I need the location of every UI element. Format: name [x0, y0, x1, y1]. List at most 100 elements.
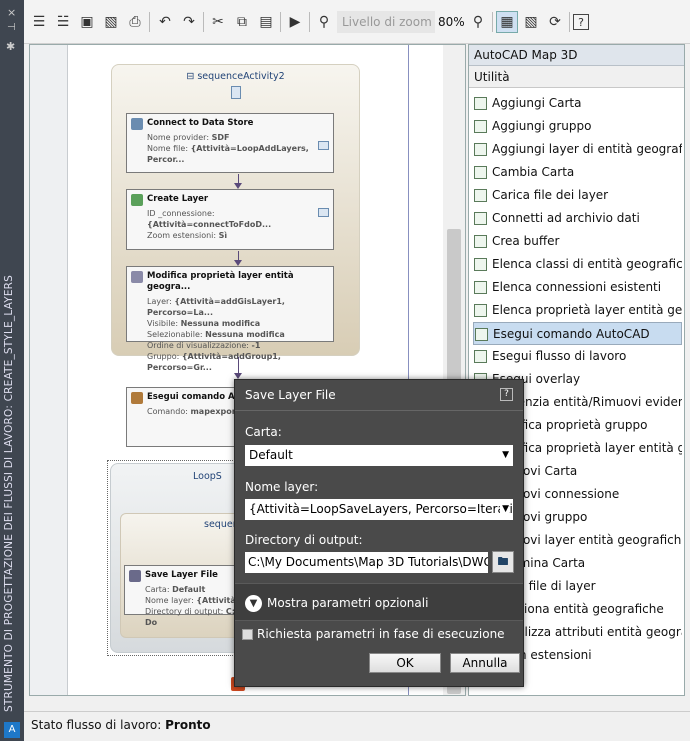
save-layer-file-dialog: Save Layer File ? Carta: Default ▼ Nome l… — [234, 379, 524, 687]
param-value: -1 — [251, 341, 261, 350]
toolbar-divider — [569, 12, 570, 32]
activity-list-label: Cambia Carta — [492, 165, 575, 179]
new-sequence-icon[interactable]: ☱ — [52, 11, 74, 33]
autocad-command-icon — [131, 392, 143, 404]
param-value: Nessuna modifica — [180, 319, 261, 328]
param-label: Gruppo: — [147, 352, 180, 361]
activity-icon — [474, 166, 487, 179]
status-bar: Stato flusso di lavoro: Pronto — [24, 711, 690, 741]
save-as-icon[interactable]: ▧ — [100, 11, 122, 33]
palette-sidebar: × ⊣ ✱ STRUMENTO DI PROGETTAZIONE DEI FLU… — [0, 0, 24, 741]
param-label: Visibile: — [147, 319, 179, 328]
activity-icon — [474, 258, 487, 271]
activity-modify-layer-properties[interactable]: Modifica proprietà layer entità geogra..… — [126, 266, 334, 372]
gear-icon[interactable]: ✱ — [6, 40, 15, 53]
activity-connect-data-store[interactable]: Connect to Data Store Nome provider: SDF… — [126, 113, 334, 173]
activity-icon — [475, 328, 488, 341]
zoom-percent: 80% — [438, 15, 465, 29]
activity-icon — [474, 212, 487, 225]
cancel-button[interactable]: Annulla — [450, 653, 520, 673]
copy-icon[interactable]: ⧉ — [231, 11, 253, 33]
param-label: Comando: — [147, 407, 188, 416]
toolbar-divider — [149, 12, 150, 32]
activity-list-item[interactable]: Connetti ad archivio dati — [473, 207, 682, 230]
activity-list-item[interactable]: Carica file dei layer — [473, 184, 682, 207]
activity-list-item[interactable]: Crea buffer — [473, 230, 682, 253]
property-binding-icon[interactable] — [318, 141, 329, 150]
param-label: Ordine di visualizzazione: — [147, 341, 249, 350]
run-workflow-icon[interactable]: ▶ — [284, 11, 306, 33]
runtime-prompt-checkbox[interactable] — [242, 629, 253, 640]
redo-icon[interactable]: ↷ — [178, 11, 200, 33]
activity-list-item[interactable]: Elenca connessioni esistenti — [473, 276, 682, 299]
toggle-palette-icon[interactable]: ▦ — [496, 11, 518, 33]
activity-list-label: Connetti ad archivio dati — [492, 211, 640, 225]
chevron-down-icon[interactable]: ▼ — [245, 595, 262, 612]
activity-list-item[interactable]: Elenca proprietà layer entità geograf — [473, 299, 682, 322]
activity-list-item[interactable]: Esegui flusso di lavoro — [473, 345, 682, 368]
layer-name-select[interactable]: {Attività=LoopSaveLayers, Percorso=Itera… — [245, 499, 513, 520]
ok-button[interactable]: OK — [369, 653, 441, 673]
undo-icon[interactable]: ↶ — [154, 11, 176, 33]
param-value: SDF — [211, 133, 230, 142]
close-icon[interactable]: × — [7, 6, 16, 19]
chevron-down-icon[interactable]: ▼ — [502, 445, 509, 466]
activity-list-label: Esegui flusso di lavoro — [492, 349, 627, 363]
activity-create-layer[interactable]: Create Layer ID _connessione: {Attività=… — [126, 189, 334, 250]
save-layer-file-icon — [129, 570, 141, 582]
help-icon[interactable]: ? — [500, 388, 513, 401]
activity-list-item[interactable]: Aggiungi gruppo — [473, 115, 682, 138]
activity-list-item[interactable]: Aggiungi layer di entità geografiche — [473, 138, 682, 161]
zoom-magnifier-icon[interactable]: ⚲ — [467, 11, 489, 33]
print-icon[interactable]: ⎙ — [124, 11, 146, 33]
activity-list-item[interactable]: Aggiungi Carta — [473, 92, 682, 115]
new-workflow-icon[interactable]: ☰ — [28, 11, 50, 33]
activity-list-item[interactable]: Esegui comando AutoCAD — [473, 322, 682, 345]
pin-icon[interactable]: ⊣ — [7, 22, 16, 33]
refresh-icon[interactable]: ⟳ — [544, 11, 566, 33]
param-label: Nome file: — [147, 144, 189, 153]
activity-list-item[interactable]: Cambia Carta — [473, 161, 682, 184]
panel-header[interactable]: AutoCAD Map 3D — [469, 45, 684, 66]
palette-title: STRUMENTO DI PROGETTAZIONE DEI FLUSSI DI… — [3, 274, 15, 712]
param-label: Layer: — [147, 297, 172, 306]
browse-folder-icon[interactable]: 🖿 — [492, 551, 514, 573]
output-dir-input[interactable]: C:\My Documents\Map 3D Tutorials\DWG — [245, 552, 488, 573]
cut-icon[interactable]: ✂ — [207, 11, 229, 33]
activity-list-label: Carica file dei layer — [492, 188, 609, 202]
activity-list-item[interactable]: Elenca classi di entità geografiche — [473, 253, 682, 276]
zoom-level-input[interactable]: Livello di zoom — [337, 11, 435, 33]
layer-name-value: {Attività=LoopSaveLayers, Percorso=Itera… — [249, 502, 513, 516]
carta-label: Carta: — [245, 425, 282, 439]
param-label: Directory di output: — [145, 607, 224, 616]
sequence-expand-icon[interactable] — [231, 86, 241, 99]
activity-icon — [474, 350, 487, 363]
properties-panel-icon[interactable]: ▧ — [520, 11, 542, 33]
activity-list-label: Esegui comando AutoCAD — [493, 327, 650, 341]
activity-icon — [474, 281, 487, 294]
panel-section[interactable]: Utilità — [469, 66, 684, 88]
toolbar-divider — [280, 12, 281, 32]
activity-title: Modifica proprietà layer entità geogra..… — [147, 271, 294, 292]
param-value: {Attività=connectToFdoD... — [147, 220, 272, 229]
chevron-down-icon[interactable]: ▼ — [500, 499, 509, 520]
param-label: Nome layer: — [145, 596, 194, 605]
property-binding-icon[interactable] — [318, 208, 329, 217]
zoom-tool-icon[interactable]: ⚲ — [313, 11, 335, 33]
param-value: Sì — [218, 231, 228, 240]
param-label: Selezionabile: — [147, 330, 203, 339]
activity-icon — [474, 304, 487, 317]
status-label: Stato flusso di lavoro: — [31, 718, 162, 732]
collapse-icon[interactable]: ⊟ — [186, 71, 197, 82]
output-dir-label: Directory di output: — [245, 533, 363, 547]
dialog-title: Save Layer File — [245, 388, 336, 402]
help-icon[interactable]: ? — [573, 14, 589, 30]
save-icon[interactable]: ▣ — [76, 11, 98, 33]
paste-icon[interactable]: ▤ — [255, 11, 277, 33]
optional-params-toggle[interactable]: ▼ Mostra parametri opzionali — [235, 583, 523, 621]
activity-icon — [474, 235, 487, 248]
toolbar: ☰ ☱ ▣ ▧ ⎙ ↶ ↷ ✂ ⧉ ▤ ▶ ⚲ Livello di zoom … — [24, 0, 690, 44]
carta-select[interactable]: Default ▼ — [245, 445, 513, 466]
create-layer-icon — [131, 194, 143, 206]
param-label: Nome provider: — [147, 133, 210, 142]
